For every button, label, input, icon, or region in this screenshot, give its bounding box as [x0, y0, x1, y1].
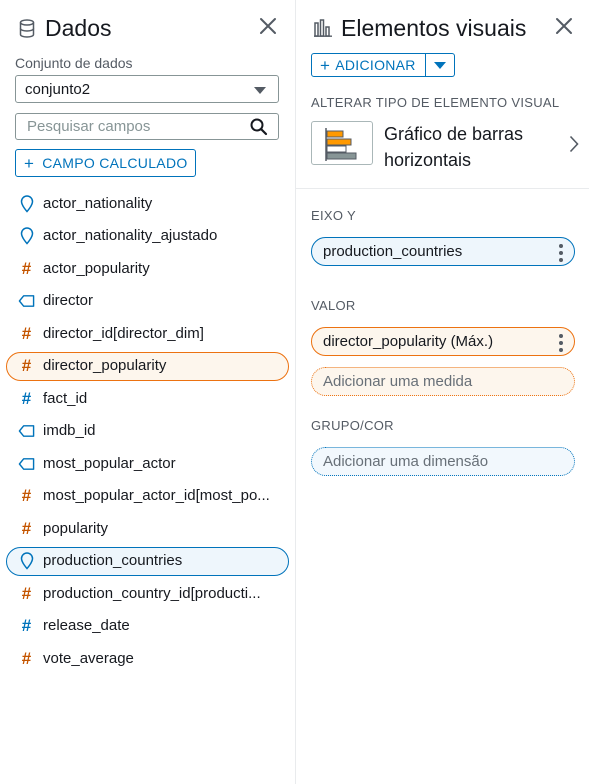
- field-item[interactable]: # director_id[director_dim]: [0, 317, 295, 350]
- search-fields[interactable]: [15, 113, 279, 140]
- field-item[interactable]: # popularity: [0, 512, 295, 545]
- plus-icon: +: [320, 55, 331, 75]
- caret-down-icon: [433, 61, 446, 69]
- location-icon: [18, 227, 35, 245]
- field-label: imdb_id: [43, 422, 96, 440]
- value-field-name: director_popularity (Máx.): [323, 333, 494, 350]
- data-panel: Dados Conjunto de dados conjunto2 + CAMP…: [0, 0, 295, 784]
- section-divider: [296, 188, 589, 189]
- field-item[interactable]: # release_date: [0, 610, 295, 643]
- data-panel-title: Dados: [45, 14, 112, 41]
- visual-type-name: Gráfico de barras horizontais: [384, 121, 554, 173]
- field-item[interactable]: # director_popularity: [0, 350, 295, 383]
- field-label: production_countries: [43, 552, 183, 570]
- field-label: release_date: [43, 617, 130, 635]
- field-item[interactable]: director: [0, 285, 295, 318]
- more-options-icon[interactable]: [559, 334, 563, 352]
- field-item[interactable]: production_countries: [0, 545, 295, 578]
- calculated-field-label: CAMPO CALCULADO: [42, 155, 188, 171]
- field-label: director: [43, 292, 94, 310]
- measure-hash-icon: #: [21, 258, 32, 278]
- group-color-label: GRUPO/COR: [311, 418, 394, 433]
- search-input[interactable]: [25, 117, 235, 136]
- field-item[interactable]: # production_country_id[producti...: [0, 577, 295, 610]
- bar-chart-icon: [314, 19, 332, 37]
- visual-type-line2: horizontais: [384, 150, 472, 170]
- dataset-label: Conjunto de dados: [15, 55, 133, 71]
- field-item[interactable]: # most_popular_actor_id[most_po...: [0, 480, 295, 513]
- dimension-tag-icon: [18, 293, 35, 310]
- visuals-panel-header: Elementos visuais: [314, 12, 526, 44]
- chevron-right-icon: [569, 135, 579, 158]
- add-measure-drop-target[interactable]: Adicionar uma medida: [311, 367, 575, 396]
- field-item[interactable]: most_popular_actor: [0, 447, 295, 480]
- visual-type-selector[interactable]: Gráfico de barras horizontais: [311, 121, 579, 170]
- close-visuals-panel-icon[interactable]: [554, 16, 574, 36]
- add-visual-label: ADICIONAR: [335, 57, 416, 73]
- field-item[interactable]: # actor_popularity: [0, 252, 295, 285]
- calculated-field-button[interactable]: + CAMPO CALCULADO: [15, 149, 196, 177]
- add-measure-text: Adicionar uma medida: [323, 373, 473, 390]
- field-label: actor_nationality: [43, 194, 153, 212]
- measure-hash-icon: #: [21, 518, 32, 538]
- field-label: popularity: [43, 519, 109, 537]
- more-options-icon[interactable]: [559, 244, 563, 262]
- value-field-pill[interactable]: director_popularity (Máx.): [311, 327, 575, 356]
- database-icon: [19, 18, 35, 38]
- add-visual-button[interactable]: + ADICIONAR: [311, 53, 426, 77]
- field-item[interactable]: actor_nationality_ajustado: [0, 220, 295, 253]
- location-icon: [18, 552, 35, 570]
- measure-hash-icon: #: [21, 486, 32, 505]
- add-dimension-text: Adicionar uma dimensão: [323, 453, 489, 470]
- dimension-hash-icon: #: [21, 616, 32, 635]
- field-list: actor_nationality actor_nationality_ajust…: [0, 187, 295, 675]
- visual-type-line1: Gráfico de barras: [384, 124, 524, 144]
- field-item[interactable]: # fact_id: [0, 382, 295, 415]
- field-label: most_popular_actor_id[most_po...: [43, 487, 270, 505]
- measure-hash-icon: #: [21, 583, 32, 603]
- location-icon: [18, 194, 35, 213]
- dataset-select[interactable]: conjunto2: [15, 75, 279, 103]
- caret-down-icon: [254, 87, 266, 94]
- dimension-hash-icon: #: [21, 388, 32, 408]
- field-label: vote_average: [43, 649, 134, 667]
- horizontal-bar-chart-icon: [311, 121, 373, 165]
- dimension-tag-icon: [18, 455, 35, 472]
- visuals-panel: Elementos visuais + ADICIONAR ALTERAR TI…: [296, 0, 589, 784]
- field-label: director_popularity: [43, 357, 167, 375]
- value-label: VALOR: [311, 298, 356, 313]
- field-item[interactable]: imdb_id: [0, 415, 295, 448]
- measure-hash-icon: #: [21, 323, 32, 343]
- search-icon[interactable]: [250, 118, 268, 140]
- measure-hash-icon: #: [21, 356, 32, 375]
- field-item[interactable]: actor_nationality: [0, 187, 295, 220]
- add-visual-dropdown[interactable]: [425, 53, 455, 77]
- field-label: actor_popularity: [43, 259, 150, 277]
- dimension-tag-icon: [18, 423, 35, 440]
- measure-hash-icon: #: [21, 648, 32, 668]
- y-axis-field-pill[interactable]: production_countries: [311, 237, 575, 266]
- y-axis-label: EIXO Y: [311, 208, 356, 223]
- field-label: fact_id: [43, 389, 88, 407]
- field-label: director_id[director_dim]: [43, 324, 204, 342]
- plus-icon: +: [24, 153, 35, 173]
- change-visual-type-label: ALTERAR TIPO DE ELEMENTO VISUAL: [311, 95, 560, 110]
- field-label: production_country_id[producti...: [43, 584, 261, 602]
- data-panel-header: Dados: [19, 12, 111, 44]
- field-item[interactable]: # vote_average: [0, 642, 295, 675]
- close-data-panel-icon[interactable]: [258, 16, 278, 36]
- field-label: actor_nationality_ajustado: [43, 227, 218, 245]
- add-dimension-drop-target[interactable]: Adicionar uma dimensão: [311, 447, 575, 476]
- add-visual-group: + ADICIONAR: [311, 53, 455, 77]
- field-label: most_popular_actor: [43, 454, 176, 472]
- dataset-select-value: conjunto2: [25, 80, 91, 98]
- visuals-panel-title: Elementos visuais: [341, 14, 527, 41]
- y-axis-field-name: production_countries: [323, 243, 463, 260]
